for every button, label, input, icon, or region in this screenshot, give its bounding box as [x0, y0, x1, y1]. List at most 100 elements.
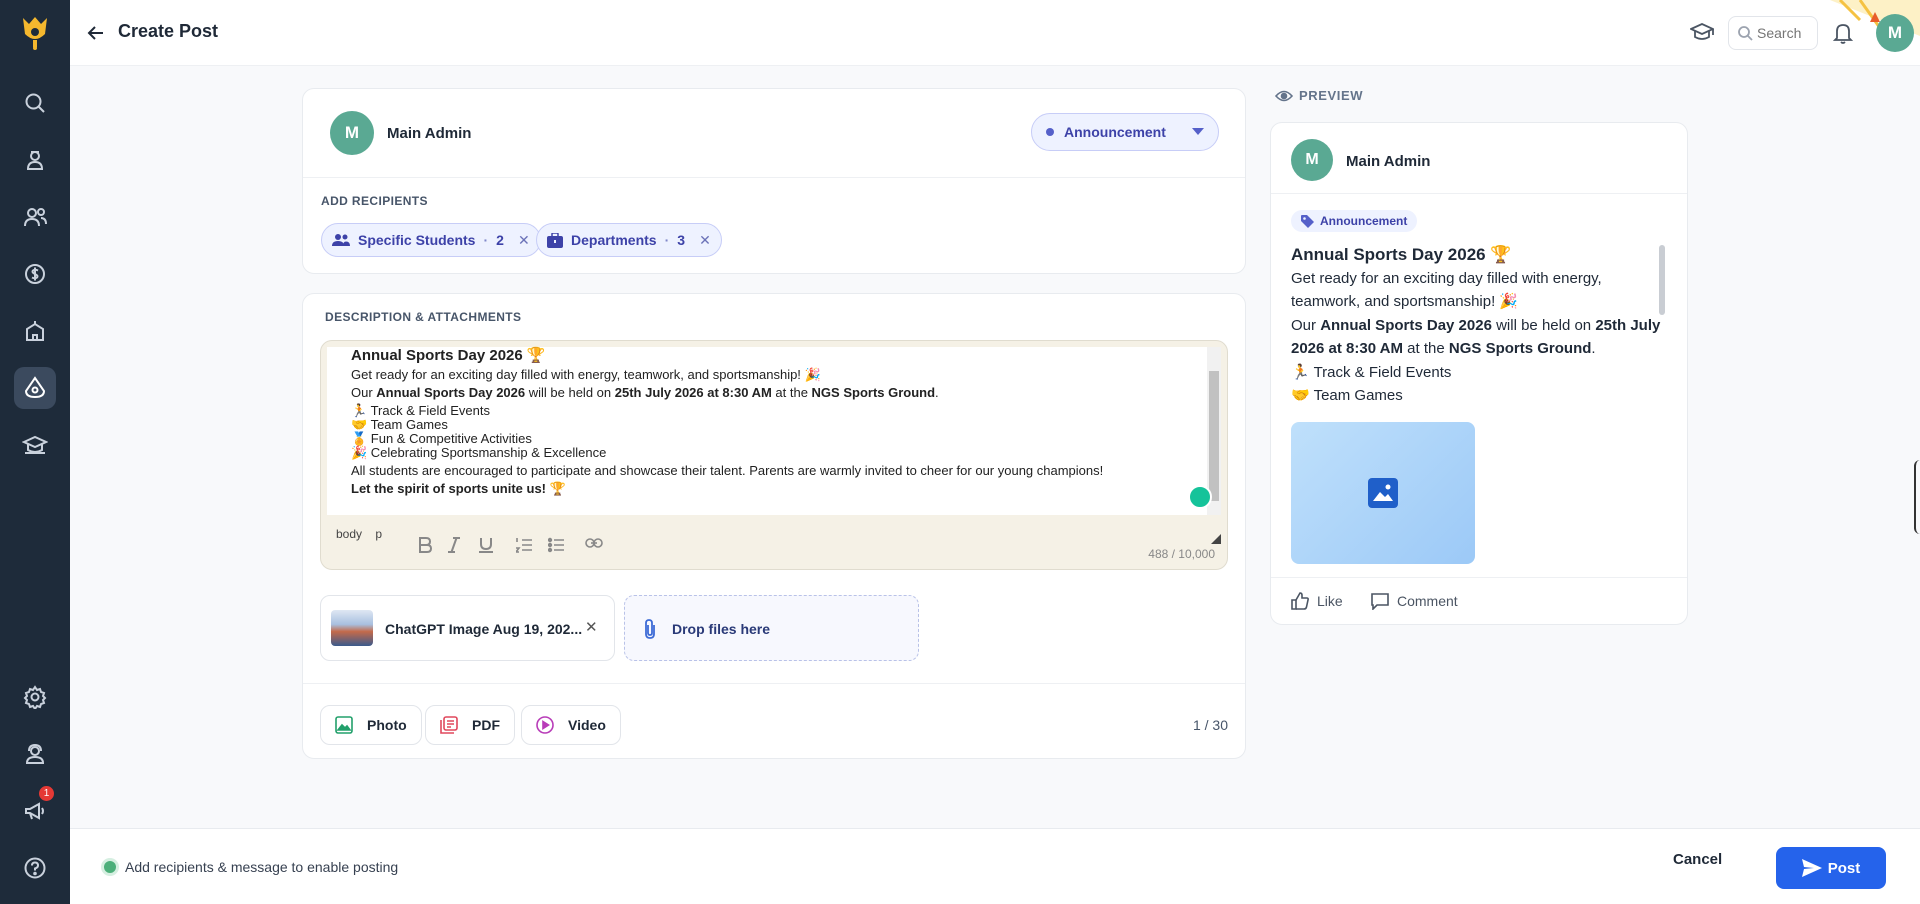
- edge-handle: [1914, 460, 1920, 534]
- tag-icon: [1301, 214, 1314, 228]
- element-path: body p: [336, 527, 383, 541]
- pdf-label: PDF: [472, 717, 500, 733]
- thumbs-up-icon: [1291, 592, 1309, 610]
- editor-signoff: Let the spirit of sports unite us! 🏆: [351, 481, 566, 496]
- divider: [1271, 193, 1687, 194]
- chip-count: 2: [496, 232, 504, 248]
- notification-badge: 1: [39, 786, 54, 801]
- scrollbar-thumb[interactable]: [1209, 371, 1219, 501]
- attachment-file-name: ChatGPT Image Aug 19, 202...: [385, 621, 583, 637]
- drop-files-label: Drop files here: [672, 621, 771, 637]
- resize-handle-icon[interactable]: [1211, 534, 1221, 544]
- eye-icon: [1275, 90, 1293, 102]
- status-message: Add recipients & message to enable posti…: [125, 859, 399, 875]
- photo-icon: [335, 716, 353, 734]
- preview-list-item: 🏃 Track & Field Events: [1291, 363, 1452, 381]
- author-avatar: M: [330, 111, 374, 155]
- video-label: Video: [568, 717, 606, 733]
- preview-image[interactable]: [1291, 422, 1475, 564]
- preview-body: Annual Sports Day 2026 🏆 Get ready for a…: [1291, 243, 1661, 408]
- italic-icon[interactable]: [448, 537, 460, 553]
- editor-list-item: 🏅 Fun & Competitive Activities: [351, 431, 532, 446]
- preview-intro: Get ready for an exciting day filled wit…: [1291, 269, 1602, 311]
- preview-actions: Like Comment: [1271, 577, 1687, 623]
- preview-heading-text: Annual Sports Day 2026 🏆: [1291, 245, 1512, 264]
- sidebar-users-icon[interactable]: [14, 196, 56, 238]
- recipient-chip-students[interactable]: Specific Students · 2 ✕: [321, 223, 541, 257]
- footer-bar: Add recipients & message to enable posti…: [70, 828, 1920, 904]
- description-card: DESCRIPTION & ATTACHMENTS Annual Sports …: [302, 293, 1246, 759]
- divider: [303, 177, 1245, 178]
- post-type-select[interactable]: Announcement: [1031, 113, 1219, 151]
- divider: [303, 683, 1245, 684]
- user-avatar[interactable]: M: [1876, 14, 1914, 52]
- underline-icon[interactable]: [479, 537, 493, 553]
- drop-zone[interactable]: Drop files here: [624, 595, 919, 661]
- preview-card: M Main Admin Announcement Annual Sports …: [1270, 122, 1688, 625]
- like-button[interactable]: Like: [1291, 592, 1343, 610]
- editor-heading: Annual Sports Day 2026 🏆: [351, 347, 546, 364]
- sidebar-search-icon[interactable]: [14, 82, 56, 124]
- video-button[interactable]: Video: [521, 705, 621, 745]
- sidebar-student-icon[interactable]: [14, 139, 56, 181]
- rich-text-editor: Annual Sports Day 2026 🏆 Get ready for a…: [320, 340, 1228, 570]
- remove-chip-icon[interactable]: ✕: [518, 232, 530, 249]
- attachment-thumbnail: [331, 610, 373, 646]
- pdf-button[interactable]: PDF: [425, 705, 515, 745]
- sidebar-help-icon[interactable]: [14, 847, 56, 889]
- editor-detail: Our Annual Sports Day 2026 will be held …: [351, 385, 939, 400]
- users-icon: [332, 233, 350, 247]
- post-button[interactable]: Post: [1776, 847, 1886, 889]
- editor-closing: All students are encouraged to participa…: [351, 463, 1104, 478]
- preview-list-item: 🤝 Team Games: [1291, 387, 1403, 404]
- description-label: DESCRIPTION & ATTACHMENTS: [325, 310, 522, 324]
- bullet-list-icon[interactable]: [548, 537, 564, 553]
- editor-list-item: 🤝 Team Games: [351, 417, 448, 432]
- status-dot: [104, 861, 116, 873]
- author-name: Main Admin: [387, 125, 472, 142]
- attachment-file[interactable]: ChatGPT Image Aug 19, 202... ✕: [320, 595, 615, 661]
- sidebar-settings-icon[interactable]: [14, 676, 56, 718]
- preview-author-name: Main Admin: [1346, 153, 1431, 170]
- sidebar-academics-icon[interactable]: [14, 424, 56, 466]
- sidebar: 1: [0, 0, 70, 904]
- briefcase-icon: [547, 232, 563, 248]
- editor-content[interactable]: Annual Sports Day 2026 🏆 Get ready for a…: [327, 347, 1207, 515]
- editor-list-item: 🏃 Track & Field Events: [351, 403, 491, 418]
- chip-separator: ·: [664, 232, 670, 248]
- graduation-cap-icon[interactable]: [1690, 22, 1714, 44]
- grammarly-icon[interactable]: [1188, 485, 1212, 509]
- remove-chip-icon[interactable]: ✕: [699, 232, 711, 249]
- app-logo-icon[interactable]: [18, 14, 52, 50]
- back-arrow-icon[interactable]: [86, 23, 106, 43]
- photo-label: Photo: [367, 717, 407, 733]
- ordered-list-icon[interactable]: [516, 537, 532, 553]
- search-input[interactable]: [1757, 25, 1817, 41]
- editor-list-item: 🎉 Celebrating Sportsmanship & Excellence: [351, 445, 607, 460]
- sidebar-megaphone-icon[interactable]: 1: [14, 786, 56, 832]
- bold-icon[interactable]: [418, 537, 432, 553]
- search-icon: [1737, 25, 1753, 41]
- recipient-chip-departments[interactable]: Departments · 3 ✕: [536, 223, 722, 257]
- type-dot: [1046, 128, 1054, 136]
- cancel-button[interactable]: Cancel: [1673, 851, 1722, 868]
- search-box[interactable]: [1728, 16, 1818, 50]
- caret-down-icon: [1192, 128, 1204, 136]
- link-icon[interactable]: [585, 537, 603, 549]
- comment-icon: [1371, 592, 1389, 610]
- sidebar-announcements-icon[interactable]: [14, 367, 56, 409]
- char-counter: 488 / 10,000: [1148, 547, 1215, 561]
- sidebar-finance-icon[interactable]: [14, 253, 56, 295]
- sidebar-building-icon[interactable]: [14, 310, 56, 352]
- sidebar-support-icon[interactable]: [14, 733, 56, 775]
- preview-heading: PREVIEW: [1275, 88, 1363, 103]
- top-bar: Create Post M: [70, 0, 1920, 66]
- recipients-card: M Main Admin Announcement ADD RECIPIENTS…: [302, 88, 1246, 274]
- editor-intro: Get ready for an exciting day filled wit…: [351, 367, 821, 382]
- comment-button[interactable]: Comment: [1371, 592, 1458, 610]
- recipients-label: ADD RECIPIENTS: [321, 194, 428, 208]
- remove-attachment-icon[interactable]: ✕: [585, 618, 598, 636]
- preview-detail: Our Annual Sports Day 2026 will be held …: [1291, 316, 1661, 358]
- photo-button[interactable]: Photo: [320, 705, 422, 745]
- preview-scrollbar[interactable]: [1659, 245, 1665, 315]
